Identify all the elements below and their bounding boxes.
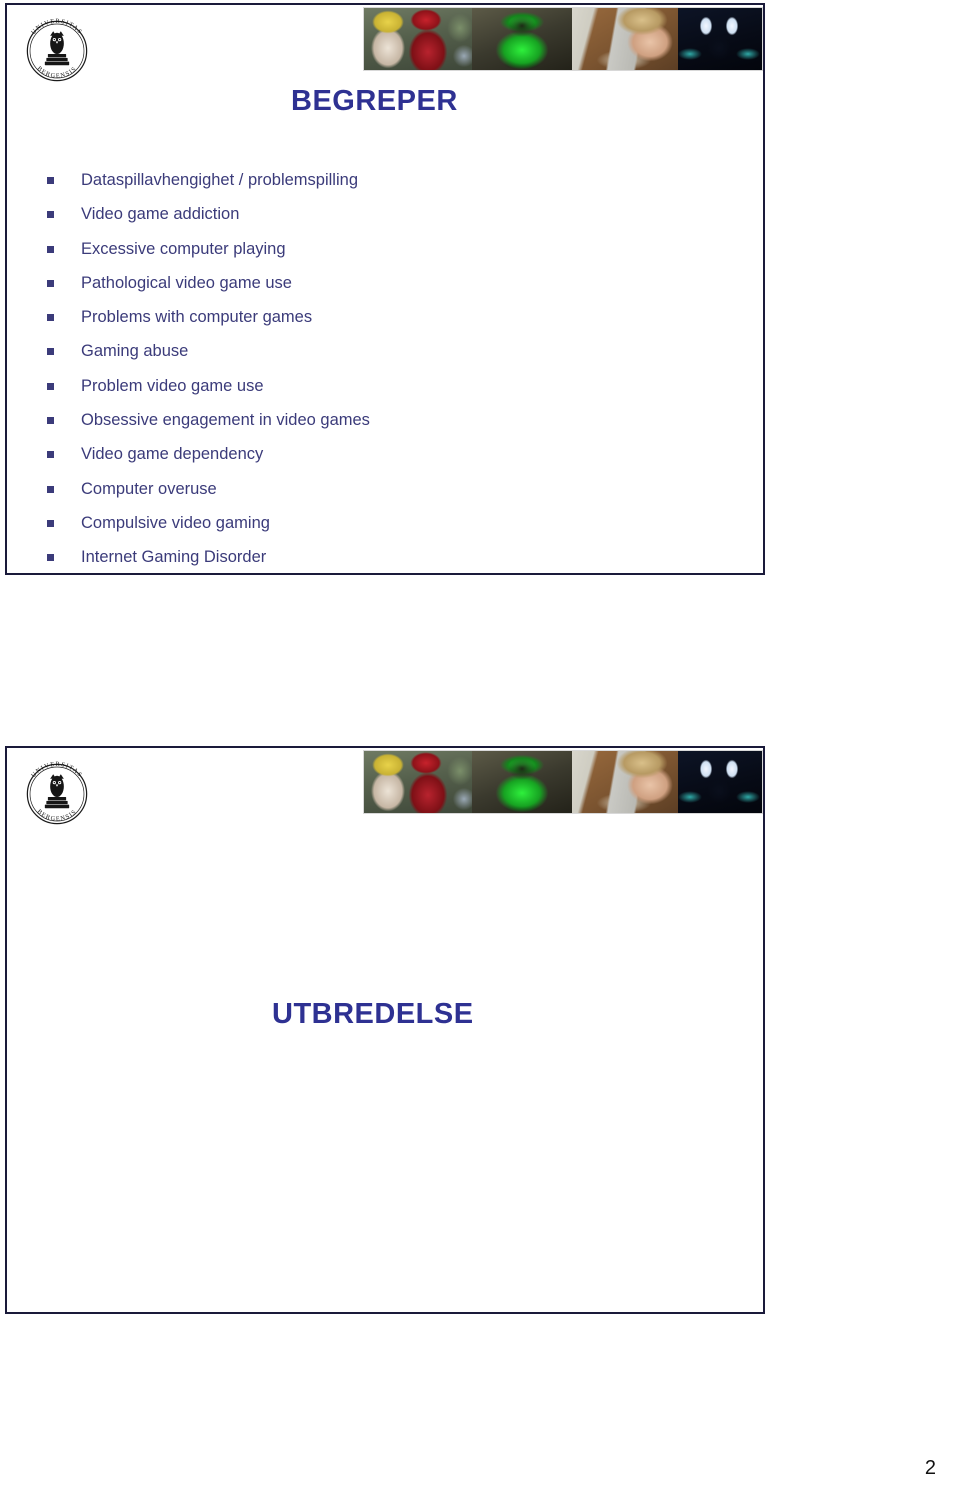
header-photo-strip [363, 750, 763, 814]
list-item: Dataspillavhengighet / problemspilling [47, 170, 707, 204]
square-bullet-icon [47, 348, 54, 356]
square-bullet-icon [47, 279, 54, 287]
square-bullet-icon [47, 245, 54, 253]
photo-silhouette-at-monitors [678, 751, 762, 813]
list-item: Gaming abuse [47, 341, 707, 375]
photo-green-lit-gamer-with-controller [472, 8, 572, 70]
list-item: Problem video game use [47, 376, 707, 410]
university-of-bergen-seal-icon: UNIVERSITAS BERGENSIS [26, 761, 88, 825]
square-bullet-icon [47, 211, 54, 219]
list-item-label: Obsessive engagement in video games [81, 411, 370, 430]
list-item-label: Gaming abuse [81, 342, 189, 361]
square-bullet-icon [47, 519, 54, 527]
list-item: Excessive computer playing [47, 239, 707, 273]
slide-title-begreper: BEGREPER [291, 85, 458, 117]
list-item-label: Problems with computer games [81, 308, 313, 327]
page-number: 2 [924, 1457, 936, 1479]
list-item-label: Computer overuse [81, 479, 217, 498]
list-item-label: Excessive computer playing [81, 239, 286, 258]
list-item: Video game dependency [47, 444, 707, 478]
list-item-label: Internet Gaming Disorder [81, 548, 267, 567]
square-bullet-icon [47, 382, 54, 390]
university-of-bergen-seal-icon: UNIVERSITAS BERGENSIS [26, 18, 88, 82]
list-item-label: Dataspillavhengighet / problemspilling [81, 171, 358, 189]
square-bullet-icon [47, 314, 54, 322]
list-item: Obsessive engagement in video games [47, 410, 707, 444]
square-bullet-icon [47, 177, 54, 184]
list-item-label: Problem video game use [81, 376, 264, 395]
slide-title-utbredelse: UTBREDELSE [272, 998, 474, 1030]
list-item: Pathological video game use [47, 273, 707, 307]
list-item-label: Video game dependency [81, 445, 264, 464]
list-item-label: Compulsive video gaming [81, 513, 270, 532]
photo-kids-playing-handheld-games [364, 8, 472, 70]
list-item: Compulsive video gaming [47, 513, 707, 547]
slide-begreper: UNIVERSITAS BERGENSIS BEGREPER Dataspill… [5, 3, 765, 575]
header-photo-strip [363, 7, 763, 71]
photo-silhouette-at-monitors [678, 8, 762, 70]
square-bullet-icon [47, 485, 54, 493]
list-item-label: Video game addiction [81, 205, 240, 224]
list-item-label: Pathological video game use [81, 273, 292, 292]
square-bullet-icon [47, 451, 54, 459]
concept-terms-list: Dataspillavhengighet / problemspilling V… [47, 170, 707, 582]
square-bullet-icon [47, 554, 54, 562]
list-item: Computer overuse [47, 479, 707, 513]
photo-kids-playing-handheld-games [364, 751, 472, 813]
photo-person-asleep-on-keyboard [572, 751, 678, 813]
photo-green-lit-gamer-with-controller [472, 751, 572, 813]
square-bullet-icon [47, 417, 54, 425]
list-item: Video game addiction [47, 204, 707, 238]
photo-person-asleep-on-keyboard [572, 8, 678, 70]
list-item: Problems with computer games [47, 307, 707, 341]
list-item: Internet Gaming Disorder [47, 547, 707, 581]
